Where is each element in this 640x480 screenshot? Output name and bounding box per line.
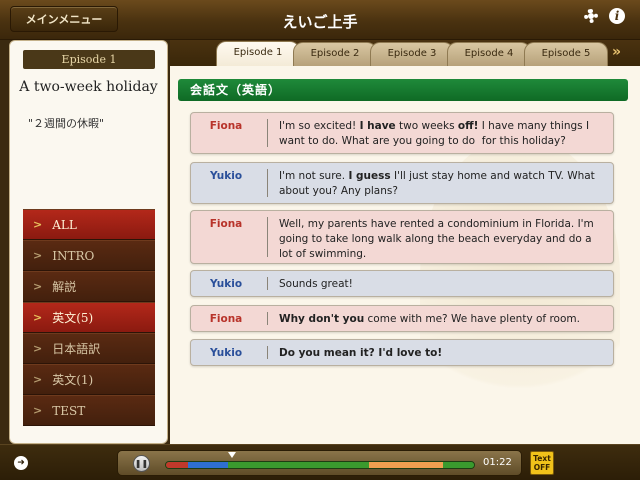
- text-toggle-button[interactable]: Text OFF: [530, 451, 554, 475]
- speaker-name: Fiona: [209, 120, 243, 132]
- divider: [267, 346, 268, 359]
- menu-item-english-5[interactable]: > 英文(5): [23, 302, 155, 333]
- progress-segment: [187, 462, 228, 468]
- utterance-text: Well, my parents have rented a condomini…: [279, 218, 594, 260]
- speaker-name: Yukio: [209, 170, 243, 182]
- menu-item-label: INTRO: [52, 248, 95, 263]
- dialogue-line[interactable]: Fiona I'm so excited! I have two weeks o…: [190, 112, 614, 154]
- more-tabs-chevron-icon[interactable]: »: [612, 44, 621, 60]
- progress-segment: [166, 462, 188, 468]
- section-title: 会話文（英語）: [178, 79, 628, 101]
- menu-item-english-1[interactable]: > 英文(1): [23, 364, 155, 395]
- dialogue-line[interactable]: Yukio Sounds great!: [190, 270, 614, 297]
- speaker-name: Fiona: [209, 218, 243, 230]
- divider: [267, 169, 268, 197]
- info-icon[interactable]: i: [609, 8, 625, 24]
- chevron-right-icon: >: [33, 342, 43, 355]
- text-toggle-state: OFF: [533, 463, 551, 472]
- episode-title: A two-week holiday: [19, 79, 158, 95]
- divider: [267, 312, 268, 325]
- dialogue-line[interactable]: Fiona Well, my parents have rented a con…: [190, 210, 614, 264]
- divider: [267, 217, 268, 257]
- progress-segment: [369, 462, 444, 468]
- menu-item-label: 英文(1): [52, 373, 94, 387]
- tab-episode-3[interactable]: Episode 3: [370, 42, 454, 66]
- chevron-right-icon: >: [33, 280, 43, 293]
- bottom-bar: ➜ ❚❚ 01:22 Text OFF: [0, 444, 640, 480]
- menu-item-label: TEST: [52, 403, 86, 418]
- chevron-right-icon: >: [33, 218, 43, 231]
- conversation-panel: 会話文（英語） Fiona I'm so excited! I have two…: [170, 66, 640, 444]
- progress-track[interactable]: [165, 461, 475, 469]
- dialogue-line[interactable]: Yukio Do you mean it? I'd love to!: [190, 339, 614, 366]
- chevron-right-icon: >: [33, 311, 43, 324]
- menu-item-intro[interactable]: > INTRO: [23, 240, 155, 271]
- episode-subtitle: "２週間の休暇": [28, 117, 105, 130]
- tab-episode-5[interactable]: Episode 5: [524, 42, 608, 66]
- tab-episode-2[interactable]: Episode 2: [293, 42, 377, 66]
- utterance-text: I'm so excited! I have two weeks off! I …: [279, 120, 590, 147]
- utterance-text: I'm not sure. I guess I'll just stay hom…: [279, 170, 595, 197]
- playback-time: 01:22: [483, 457, 512, 468]
- top-bar: メインメニュー えいご上手 i: [0, 0, 640, 40]
- menu-item-label: 解説: [52, 280, 77, 294]
- arrow-right-icon[interactable]: ➜: [14, 456, 28, 470]
- menu-item-explanation[interactable]: > 解説: [23, 271, 155, 302]
- dialogue-line[interactable]: Yukio I'm not sure. I guess I'll just st…: [190, 162, 614, 204]
- dialogue-line[interactable]: Fiona Why don't you come with me? We hav…: [190, 305, 614, 332]
- chevron-right-icon: >: [33, 404, 43, 417]
- pause-button[interactable]: ❚❚: [133, 455, 150, 472]
- playhead-marker-icon[interactable]: [228, 452, 236, 458]
- divider: [267, 277, 268, 290]
- episode-sidebar: Episode 1 A two-week holiday "２週間の休暇" > A…: [9, 40, 168, 444]
- episode-badge: Episode 1: [23, 50, 155, 69]
- speaker-name: Fiona: [209, 313, 243, 325]
- utterance-text: Do you mean it? I'd love to!: [279, 347, 443, 359]
- menu-item-test[interactable]: > TEST: [23, 395, 155, 426]
- audio-player: ❚❚ 01:22: [117, 450, 522, 476]
- tab-episode-1[interactable]: Episode 1: [216, 41, 300, 67]
- tab-episode-4[interactable]: Episode 4: [447, 42, 531, 66]
- progress-segment: [443, 462, 474, 468]
- menu-item-label: ALL: [52, 217, 77, 232]
- episode-tab-strip: Episode 1 Episode 2 Episode 3 Episode 4 …: [170, 40, 640, 67]
- menu-item-label: 英文(5): [52, 311, 94, 325]
- gear-icon[interactable]: [584, 9, 598, 23]
- divider: [267, 119, 268, 147]
- menu-item-all[interactable]: > ALL: [23, 209, 155, 240]
- chevron-right-icon: >: [33, 373, 43, 386]
- chevron-right-icon: >: [33, 249, 43, 262]
- app-title: えいご上手: [282, 13, 358, 31]
- utterance-text: Sounds great!: [279, 278, 353, 290]
- speaker-name: Yukio: [209, 347, 243, 359]
- progress-segment: [227, 462, 370, 468]
- menu-item-label: 日本語訳: [52, 342, 101, 356]
- utterance-text: Why don't you come with me? We have plen…: [279, 313, 580, 325]
- section-menu: > ALL > INTRO > 解説 > 英文(5) > 日本語訳 > 英文(1) > TES…: [23, 209, 155, 426]
- speaker-name: Yukio: [209, 278, 243, 290]
- text-toggle-label: Text: [533, 454, 551, 463]
- menu-item-japanese-translation[interactable]: > 日本語訳: [23, 333, 155, 364]
